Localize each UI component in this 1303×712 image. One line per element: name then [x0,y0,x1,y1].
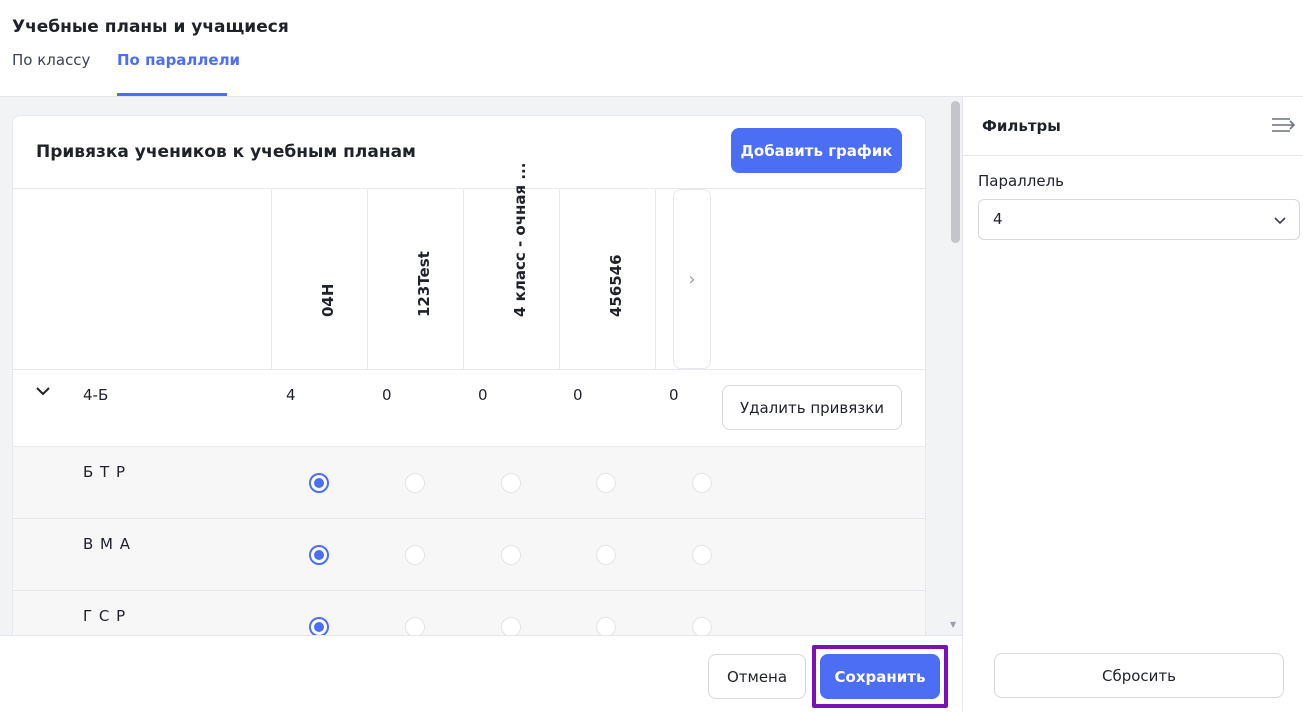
tab-by-class[interactable]: По классу [12,51,90,69]
column-header-label: 123Test [415,251,433,317]
student-name: Г С Р [83,607,127,625]
column-header-456546: 456546 [559,189,655,369]
plan-radio[interactable] [596,545,616,565]
assignment-card: Привязка учеников к учебным планам Добав… [12,115,926,655]
plan-radio[interactable] [405,545,425,565]
plan-count: 0 [382,386,392,404]
column-header-label: 456546 [607,254,625,317]
plan-count: 4 [286,386,296,404]
plan-radio[interactable] [692,617,712,637]
card-title: Привязка учеников к учебным планам [36,142,416,162]
chevron-down-icon[interactable] [35,385,51,397]
reset-button[interactable]: Сбросить [994,653,1284,698]
table-row: В М А [13,518,925,590]
column-header-123test: 123Test [367,189,463,369]
parallel-select[interactable]: 4 [978,199,1300,240]
add-schedule-button[interactable]: Добавить график [731,128,902,173]
plan-radio[interactable] [501,545,521,565]
row-border [13,590,925,591]
row-border [13,518,925,519]
tab-by-parallel[interactable]: По параллели [117,51,240,69]
plan-radio[interactable] [309,617,329,637]
plan-radio[interactable] [692,545,712,565]
save-button[interactable]: Сохранить [820,654,940,699]
plan-radio[interactable] [405,617,425,637]
group-label: 4-Б [83,386,109,404]
plan-radio[interactable] [596,617,616,637]
filters-panel: Фильтры Параллель 4 Сбросить [962,97,1303,712]
plan-radio[interactable] [501,617,521,637]
plan-radio[interactable] [309,545,329,565]
column-header-label: 04Н [319,283,337,317]
chevron-down-icon [1274,217,1286,225]
plan-radio[interactable] [596,473,616,493]
parallel-value: 4 [993,210,1003,228]
row-border [13,446,925,447]
plan-count: 0 [478,386,488,404]
scrollbar-thumb[interactable] [951,101,960,243]
parallel-label: Параллель [978,172,1065,190]
filters-title: Фильтры [982,117,1061,135]
plan-radio[interactable] [692,473,712,493]
plan-radio[interactable] [405,473,425,493]
column-header-label: 4 класс - очная ... [511,162,529,317]
next-columns-button[interactable]: › [673,189,711,369]
column-header-4-class: 4 класс - очная ... [463,163,559,369]
row-border [13,369,925,370]
plan-radio[interactable] [309,473,329,493]
group-row: 4-Б 4 0 0 0 0 Удалить привязки [13,369,925,446]
scroll-down-icon[interactable]: ▼ [950,620,956,629]
plan-radio[interactable] [501,473,521,493]
delete-bindings-button[interactable]: Удалить привязки [722,385,902,430]
filters-divider [963,155,1303,156]
footer-bar: Отмена Сохранить [0,635,962,712]
cancel-button[interactable]: Отмена [708,654,806,699]
chevron-right-icon: › [688,268,696,290]
table-row: Б Т Р [13,446,925,518]
column-header-04n: 04Н [271,189,367,369]
plan-count: 0 [669,386,679,404]
collapse-panel-icon[interactable] [1271,115,1295,135]
plan-count: 0 [573,386,583,404]
student-name: Б Т Р [83,463,127,481]
page-title: Учебные планы и учащиеся [12,17,289,37]
student-name: В М А [83,535,132,553]
